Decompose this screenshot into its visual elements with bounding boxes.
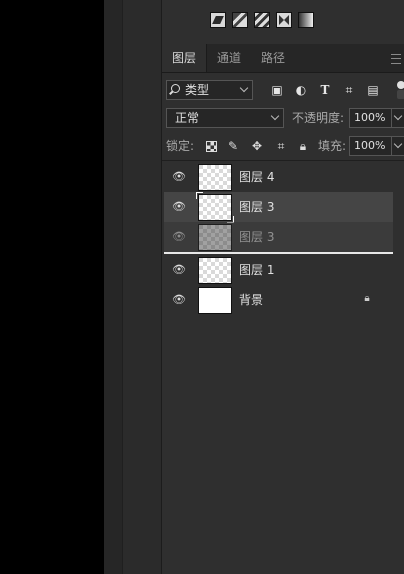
search-icon [171,84,180,93]
opacity-input[interactable]: 100% [349,108,395,128]
layer-name: 背景 [239,293,264,307]
layer-row[interactable]: 👁︎ 图层 1 [164,255,393,285]
fill-label: 填充: [318,139,347,153]
chevron-down-icon [270,111,280,121]
drop-indicator-line [164,252,393,254]
chevron-down-icon [393,111,403,121]
lock-all-icon[interactable]: 🔒︎ [296,139,310,153]
layer-thumbnail [198,224,232,251]
panel-menu-icon[interactable] [391,54,401,64]
lock-transparent-pixels-icon[interactable] [206,141,217,152]
chevron-down-icon [239,83,249,93]
type-filter-icon[interactable]: T [318,83,332,97]
threshold-icon[interactable] [254,12,270,28]
layer-filter-row: 类型 ▣ ◐ T ⌗ ▤ [166,80,404,102]
fill-input[interactable]: 100% [349,136,395,156]
filter-toggle[interactable] [397,80,404,100]
image-filter-icon[interactable]: ▣ [270,83,284,97]
layer-name: 图层 3 [239,230,275,244]
blend-row: 正常 不透明度: 100% [166,108,404,130]
panel-tabs: 图层 通道 路径 [162,44,404,73]
gradient-icon[interactable] [298,12,314,28]
tab-paths[interactable]: 路径 [252,44,294,72]
layer-name: 图层 3 [239,200,275,214]
gradient-map-icon[interactable] [210,12,226,28]
lock-artboard-icon[interactable]: ⌗ [274,139,288,153]
lock-icon: 🔒︎ [364,293,370,304]
layer-name: 图层 4 [239,170,275,184]
panel-dock-strip [104,0,122,574]
layer-row-drag-ghost: 👁︎ 图层 3 [164,222,393,252]
invert-icon[interactable] [276,12,292,28]
layer-name: 图层 1 [239,263,275,277]
layer-thumbnail [198,164,232,191]
blend-mode-select[interactable]: 正常 [166,108,284,128]
fill-dropdown[interactable] [391,136,404,156]
filter-kind-label: 类型 [185,83,210,97]
opacity-dropdown[interactable] [391,108,404,128]
blend-mode-value: 正常 [175,111,200,125]
divider [162,160,404,161]
visibility-eye-icon[interactable]: 👁︎ [172,294,186,306]
filter-kind-select[interactable]: 类型 [166,80,253,100]
opacity-label: 不透明度: [292,111,345,125]
visibility-eye-icon[interactable]: 👁︎ [172,201,186,213]
shape-filter-icon[interactable]: ⌗ [342,83,356,97]
layer-row-background[interactable]: 👁︎ 背景 🔒︎ [164,285,393,315]
adjustment-icons-row [210,12,314,28]
adjustment-filter-icon[interactable]: ◐ [294,83,308,97]
layer-thumbnail [198,287,232,314]
document-canvas[interactable] [0,0,104,574]
chevron-down-icon [393,139,403,149]
smart-object-filter-icon[interactable]: ▤ [366,83,380,97]
visibility-eye-icon[interactable]: 👁︎ [172,264,186,276]
lock-position-icon[interactable]: ✥ [250,139,264,153]
visibility-eye-icon[interactable]: 👁︎ [172,171,186,183]
visibility-eye-icon: 👁︎ [172,230,186,243]
lock-label: 锁定: [166,139,195,153]
collapsed-panel-column [122,0,162,574]
tab-channels[interactable]: 通道 [208,44,250,72]
lock-row: 锁定: ✎ ✥ ⌗ 🔒︎ 填充: 100% [166,136,404,158]
layer-row[interactable]: 👁︎ 图层 4 [164,162,393,192]
tab-layers[interactable]: 图层 [162,44,207,72]
lock-image-pixels-icon[interactable]: ✎ [226,139,240,153]
selective-color-icon[interactable] [232,12,248,28]
layer-thumbnail [198,257,232,284]
layer-row-selected[interactable]: 👁︎ 图层 3 [164,192,393,223]
layers-panel: 图层 通道 路径 类型 ▣ ◐ T ⌗ ▤ 正常 不透明度: 100% 锁定: … [161,0,404,574]
layer-thumbnail [196,192,234,223]
thumbnail-corner [196,192,203,199]
